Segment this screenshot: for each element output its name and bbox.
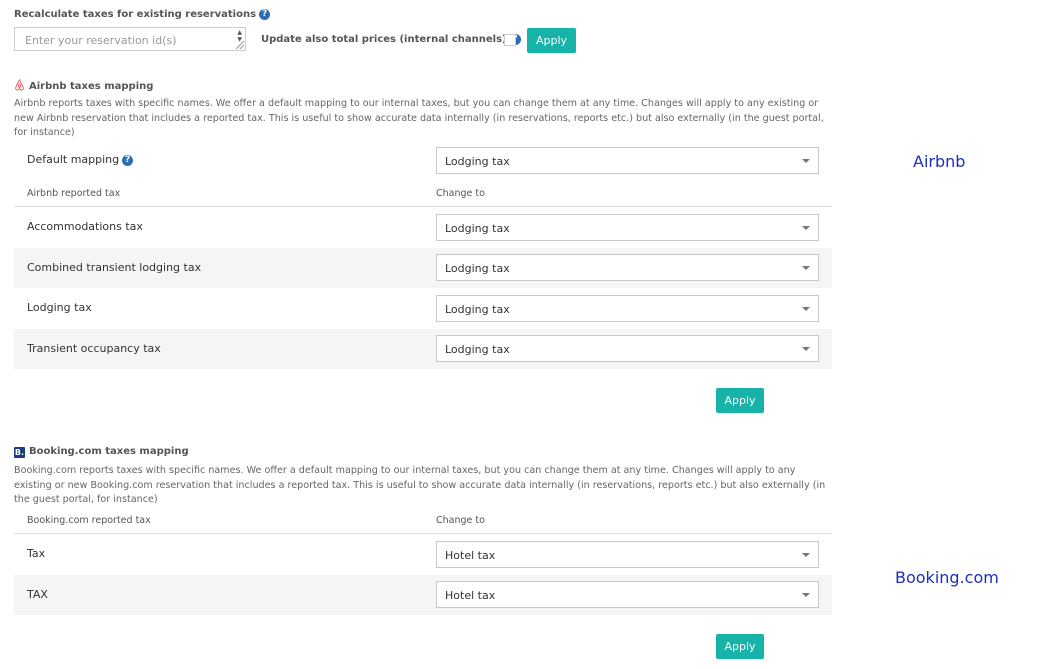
resize-grip-icon[interactable] <box>236 41 244 49</box>
reservation-id-placeholder: Enter your reservation id(s) <box>25 34 177 47</box>
airbnb-row-select-value: Lodging tax <box>445 262 510 275</box>
airbnb-row-tax-name: Transient occupancy tax <box>27 342 161 355</box>
airbnb-row-select-value: Lodging tax <box>445 222 510 235</box>
chevron-down-icon <box>802 593 810 597</box>
question-circle-icon[interactable]: ? <box>122 155 134 166</box>
airbnb-row-select[interactable]: Lodging tax <box>436 254 819 281</box>
reservation-id-input[interactable]: Enter your reservation id(s) ▲ ▼ <box>14 27 246 51</box>
chevron-down-icon <box>802 159 810 163</box>
airbnb-description-line: for instance) <box>14 127 75 138</box>
booking-apply-button[interactable]: Apply <box>716 634 764 659</box>
booking-section-title: B. Booking.com taxes mapping <box>14 446 189 458</box>
airbnb-row-select[interactable]: Lodging tax <box>436 295 819 322</box>
airbnb-row-select-value: Lodging tax <box>445 303 510 316</box>
booking-description: Booking.com reports taxes with specific … <box>14 464 826 508</box>
booking-col-reported-tax: Booking.com reported tax <box>27 515 151 526</box>
airbnb-table-row: Accommodations tax Lodging tax <box>14 207 832 248</box>
booking-description-line: Booking.com reports taxes with specific … <box>14 465 796 476</box>
airbnb-logo-icon <box>15 79 24 91</box>
chevron-down-icon <box>802 307 810 311</box>
booking-col-change-to: Change to <box>436 515 485 526</box>
airbnb-side-label: Airbnb <box>913 152 966 171</box>
booking-row-select-value: Hotel tax <box>445 589 496 602</box>
airbnb-col-reported-tax: Airbnb reported tax <box>27 188 121 199</box>
airbnb-row-select[interactable]: Lodging tax <box>436 214 819 241</box>
booking-table-row: TAX Hotel tax <box>14 575 832 615</box>
airbnb-title-text: Airbnb taxes mapping <box>29 81 154 92</box>
booking-row-tax-name: TAX <box>27 588 48 601</box>
booking-row-select[interactable]: Hotel tax <box>436 541 819 568</box>
airbnb-description: Airbnb reports taxes with specific names… <box>14 97 826 141</box>
booking-table-row: Tax Hotel tax <box>14 534 832 575</box>
chevron-down-icon <box>802 347 810 351</box>
airbnb-row-tax-name: Lodging tax <box>27 301 92 314</box>
update-total-prices-checkbox[interactable] <box>504 34 516 46</box>
default-mapping-select[interactable]: Lodging tax <box>436 147 819 174</box>
chevron-down-icon <box>802 226 810 230</box>
default-mapping-label: Default mapping? <box>27 153 134 166</box>
recalculate-title-text: Recalculate taxes for existing reservati… <box>14 9 257 20</box>
airbnb-col-change-to: Change to <box>436 188 485 199</box>
booking-side-label: Booking.com <box>895 568 999 587</box>
airbnb-row-tax-name: Combined transient lodging tax <box>27 261 202 274</box>
booking-title-text: Booking.com taxes mapping <box>29 446 189 457</box>
default-mapping-text: Default mapping <box>27 153 120 166</box>
airbnb-table-row: Combined transient lodging tax Lodging t… <box>14 248 832 288</box>
booking-description-line: the guest portal, for instance) <box>14 494 158 505</box>
recalculate-section-title: Recalculate taxes for existing reservati… <box>14 9 271 20</box>
booking-logo-icon: B. <box>14 447 25 458</box>
airbnb-apply-button[interactable]: Apply <box>716 388 764 413</box>
airbnb-description-line: new Airbnb reservation that includes a r… <box>14 112 824 124</box>
booking-row-select-value: Hotel tax <box>445 549 496 562</box>
airbnb-table-row: Lodging tax Lodging tax <box>14 288 832 329</box>
recalculate-apply-button[interactable]: Apply <box>527 28 576 53</box>
airbnb-table-row: Transient occupancy tax Lodging tax <box>14 329 832 369</box>
booking-description-line: existing or new Booking.com reservation … <box>14 479 826 491</box>
airbnb-row-tax-name: Accommodations tax <box>27 220 143 233</box>
question-circle-icon[interactable]: ? <box>259 9 271 20</box>
chevron-down-icon <box>802 553 810 557</box>
airbnb-section-title: Airbnb taxes mapping <box>14 79 153 92</box>
airbnb-description-line: Airbnb reports taxes with specific names… <box>14 98 819 109</box>
airbnb-row-select-value: Lodging tax <box>445 343 510 356</box>
booking-row-select[interactable]: Hotel tax <box>436 581 819 608</box>
chevron-down-icon <box>802 266 810 270</box>
update-total-prices-text: Update also total prices (internal chann… <box>261 34 507 45</box>
default-mapping-value: Lodging tax <box>445 155 510 168</box>
booking-row-tax-name: Tax <box>27 547 46 560</box>
update-total-prices-label: Update also total prices (internal chann… <box>261 34 521 45</box>
airbnb-row-select[interactable]: Lodging tax <box>436 335 819 362</box>
